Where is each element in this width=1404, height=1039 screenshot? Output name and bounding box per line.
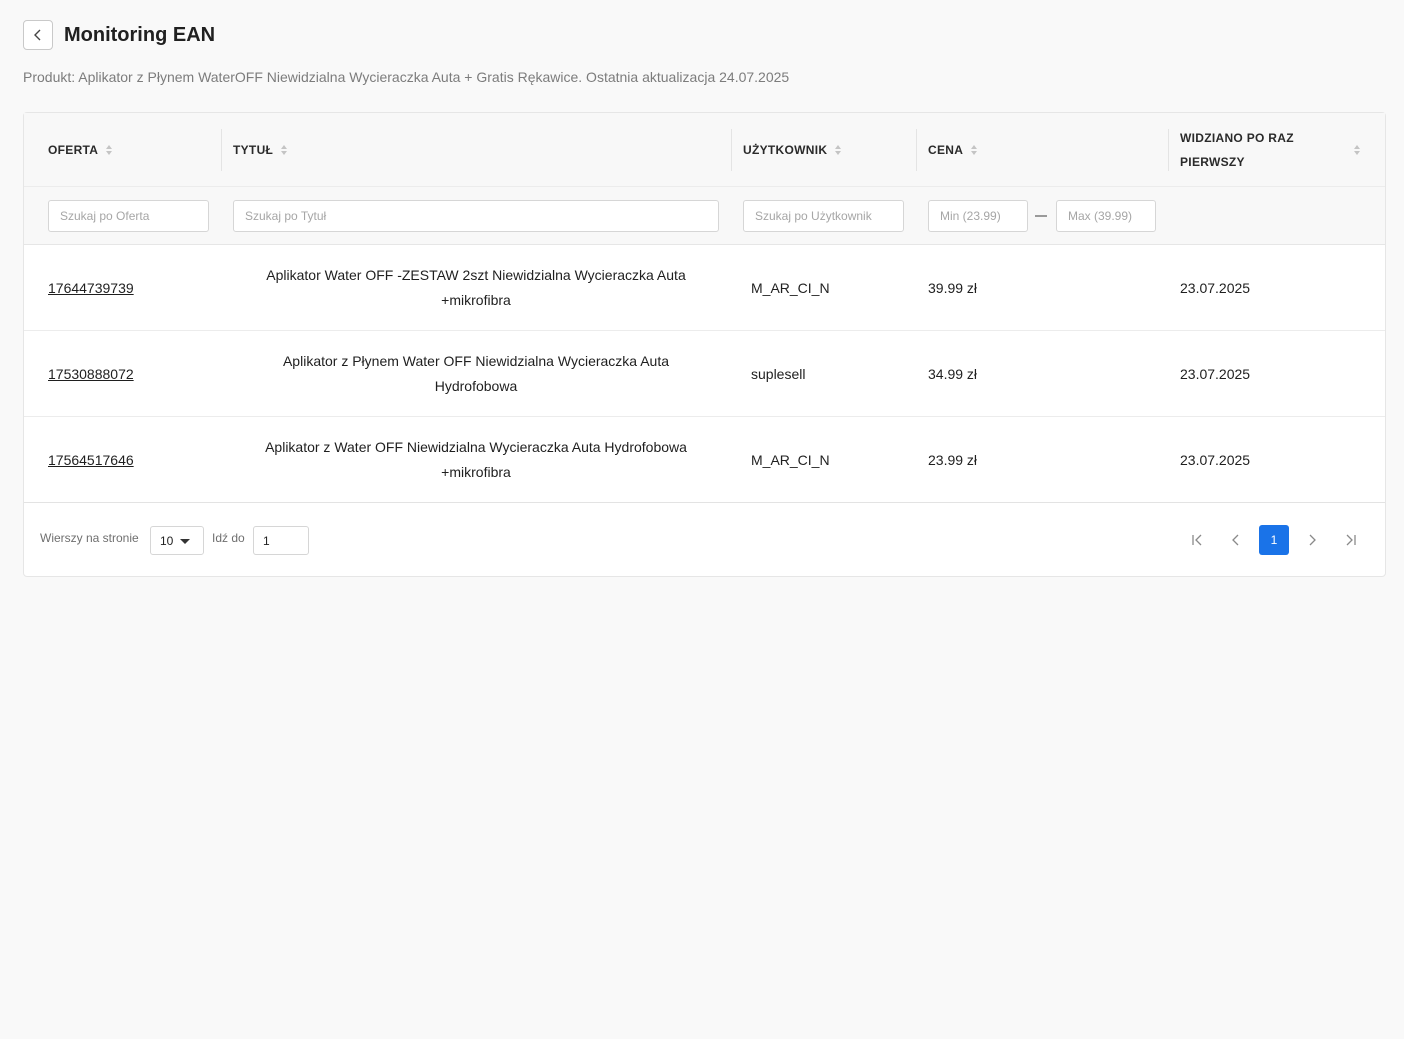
results-table-card: OFERTA TYTUŁ UŻYTKOWNIK CENA WIDZIANO PO… bbox=[23, 112, 1386, 577]
page-header: Monitoring EAN bbox=[23, 20, 215, 50]
title-line: Aplikator Water OFF -ZESTAW 2szt Niewidz… bbox=[266, 267, 686, 283]
column-label-first-seen-line1: WIDZIANO PO RAZ bbox=[1180, 131, 1294, 145]
column-label-first-seen-line2: PIERWSZY bbox=[1180, 155, 1245, 169]
column-header-user[interactable]: UŻYTKOWNIK bbox=[743, 113, 842, 187]
rows-per-page-label: Wierszy na stronie bbox=[40, 531, 139, 545]
offer-search-input[interactable] bbox=[48, 200, 209, 232]
rows-per-page-value: 10 bbox=[160, 533, 174, 548]
last-page-icon bbox=[1346, 534, 1356, 546]
user-cell: M_AR_CI_N bbox=[751, 280, 830, 296]
title-line: Aplikator z Płynem Water OFF Niewidzialn… bbox=[282, 353, 670, 369]
page-button-current[interactable]: 1 bbox=[1259, 525, 1289, 555]
user-cell: M_AR_CI_N bbox=[751, 452, 830, 468]
sort-icon bbox=[971, 145, 978, 155]
back-button[interactable] bbox=[23, 20, 53, 50]
sort-icon bbox=[106, 145, 113, 155]
title-line: Aplikator z Water OFF Niewidzialna Wycie… bbox=[265, 439, 687, 455]
column-label-title: TYTUŁ bbox=[233, 143, 274, 157]
title-cell: Aplikator Water OFF -ZESTAW 2szt Niewidz… bbox=[233, 245, 719, 331]
first-seen-cell: 23.07.2025 bbox=[1180, 452, 1251, 468]
first-seen-cell: 23.07.2025 bbox=[1180, 280, 1251, 296]
prev-page-icon bbox=[1232, 534, 1239, 546]
price-cell: 34.99 zł bbox=[928, 366, 978, 382]
column-label-user: UŻYTKOWNIK bbox=[743, 143, 828, 157]
chevron-left-icon bbox=[34, 29, 41, 41]
user-cell: suplesell bbox=[751, 366, 806, 382]
column-divider bbox=[221, 129, 222, 171]
title-cell: Aplikator z Płynem Water OFF Niewidzialn… bbox=[233, 331, 719, 417]
price-max-input[interactable] bbox=[1056, 200, 1156, 232]
title-cell: Aplikator z Water OFF Niewidzialna Wycie… bbox=[233, 417, 719, 503]
price-cell: 39.99 zł bbox=[928, 280, 978, 296]
price-min-input[interactable] bbox=[928, 200, 1028, 232]
goto-page-input[interactable] bbox=[253, 526, 309, 555]
table-row: 17564517646 Aplikator z Water OFF Niewid… bbox=[24, 417, 1385, 503]
filter-row bbox=[24, 187, 1385, 245]
range-dash bbox=[1035, 215, 1047, 217]
title-line: +mikrofibra bbox=[441, 292, 511, 308]
next-page-icon bbox=[1309, 534, 1316, 546]
table-header: OFERTA TYTUŁ UŻYTKOWNIK CENA WIDZIANO PO… bbox=[24, 113, 1385, 187]
goto-label: Idź do bbox=[212, 531, 245, 545]
offer-link[interactable]: 17530888072 bbox=[48, 366, 134, 382]
column-label-offer: OFERTA bbox=[48, 143, 99, 157]
first-page-icon bbox=[1192, 534, 1202, 546]
column-divider bbox=[731, 129, 732, 171]
next-page-button[interactable] bbox=[1297, 525, 1327, 555]
column-header-first-seen[interactable]: WIDZIANO PO RAZ PIERWSZY bbox=[1180, 113, 1360, 187]
column-divider bbox=[1168, 129, 1169, 171]
column-header-offer[interactable]: OFERTA bbox=[48, 113, 113, 187]
title-search-input[interactable] bbox=[233, 200, 719, 232]
caret-down-icon bbox=[180, 539, 190, 544]
table-row: 17644739739 Aplikator Water OFF -ZESTAW … bbox=[24, 245, 1385, 331]
sort-icon bbox=[835, 145, 842, 155]
first-seen-cell: 23.07.2025 bbox=[1180, 366, 1251, 382]
rows-per-page-select[interactable]: 10 bbox=[150, 526, 204, 555]
product-subtitle: Produkt: Aplikator z Płynem WaterOFF Nie… bbox=[23, 69, 790, 85]
page-title: Monitoring EAN bbox=[64, 23, 216, 46]
column-header-title[interactable]: TYTUŁ bbox=[233, 113, 288, 187]
last-page-button[interactable] bbox=[1335, 525, 1365, 555]
offer-link[interactable]: 17564517646 bbox=[48, 452, 134, 468]
column-label-price: CENA bbox=[928, 143, 964, 157]
pagination-bar: Wierszy na stronie 10 Idź do 1 bbox=[24, 505, 1385, 577]
price-cell: 23.99 zł bbox=[928, 452, 978, 468]
sort-icon bbox=[1354, 145, 1360, 155]
sort-icon bbox=[281, 145, 288, 155]
first-page-button[interactable] bbox=[1183, 525, 1213, 555]
title-line: Hydrofobowa bbox=[434, 378, 518, 394]
user-search-input[interactable] bbox=[743, 200, 904, 232]
title-line: +mikrofibra bbox=[441, 464, 511, 480]
column-divider bbox=[916, 129, 917, 171]
prev-page-button[interactable] bbox=[1221, 525, 1251, 555]
column-label-first-seen: WIDZIANO PO RAZ PIERWSZY bbox=[1180, 126, 1294, 174]
table-row: 17530888072 Aplikator z Płynem Water OFF… bbox=[24, 331, 1385, 417]
offer-link[interactable]: 17644739739 bbox=[48, 280, 134, 296]
column-header-price[interactable]: CENA bbox=[928, 113, 978, 187]
